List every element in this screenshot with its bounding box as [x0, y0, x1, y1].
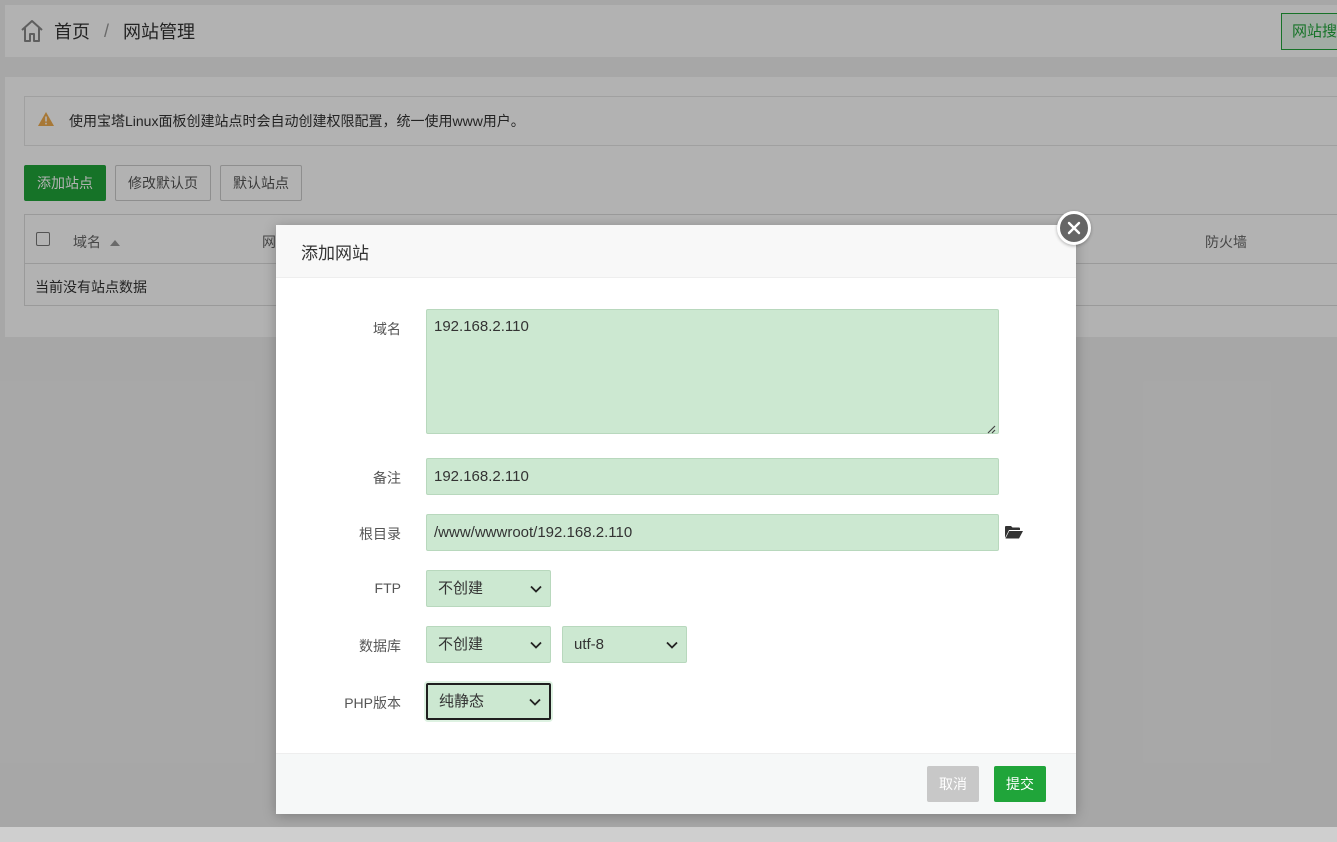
dialog-footer: 取消 提交	[276, 753, 1076, 814]
chevron-down-icon	[530, 585, 542, 593]
chevron-down-icon	[529, 698, 541, 706]
domain-value: 192.168.2.110	[434, 318, 529, 335]
close-dialog-button[interactable]	[1057, 211, 1091, 245]
ftp-label: FTP	[374, 580, 401, 596]
root-directory-input[interactable]: /www/wwwroot/192.168.2.110	[426, 514, 999, 551]
database-label: 数据库	[359, 638, 401, 654]
add-website-dialog: 添加网站 域名 192.168.2.110 备注 192.168.2.110 根…	[276, 225, 1076, 814]
bottom-strip	[0, 827, 1337, 842]
root-directory-label: 根目录	[359, 526, 401, 542]
close-icon	[1067, 221, 1081, 235]
cancel-button[interactable]: 取消	[927, 766, 979, 802]
submit-button[interactable]: 提交	[994, 766, 1046, 802]
database-select-value: 不创建	[438, 636, 484, 653]
folder-open-icon[interactable]	[1005, 525, 1023, 539]
database-charset-select[interactable]: utf-8	[562, 626, 687, 663]
ftp-select[interactable]: 不创建	[426, 570, 551, 607]
chevron-down-icon	[530, 641, 542, 649]
ftp-select-value: 不创建	[438, 580, 484, 597]
database-charset-value: utf-8	[574, 636, 605, 653]
remark-input[interactable]: 192.168.2.110	[426, 458, 999, 495]
resize-handle-icon[interactable]	[986, 421, 996, 434]
chevron-down-icon	[666, 641, 678, 649]
remark-label: 备注	[373, 470, 401, 486]
domain-textarea[interactable]: 192.168.2.110	[426, 309, 999, 434]
dialog-title: 添加网站	[276, 225, 1076, 278]
php-version-value: 纯静态	[439, 693, 485, 710]
domain-label: 域名	[373, 321, 401, 337]
php-version-select[interactable]: 纯静态	[426, 683, 551, 720]
php-version-label: PHP版本	[344, 695, 401, 711]
database-select[interactable]: 不创建	[426, 626, 551, 663]
